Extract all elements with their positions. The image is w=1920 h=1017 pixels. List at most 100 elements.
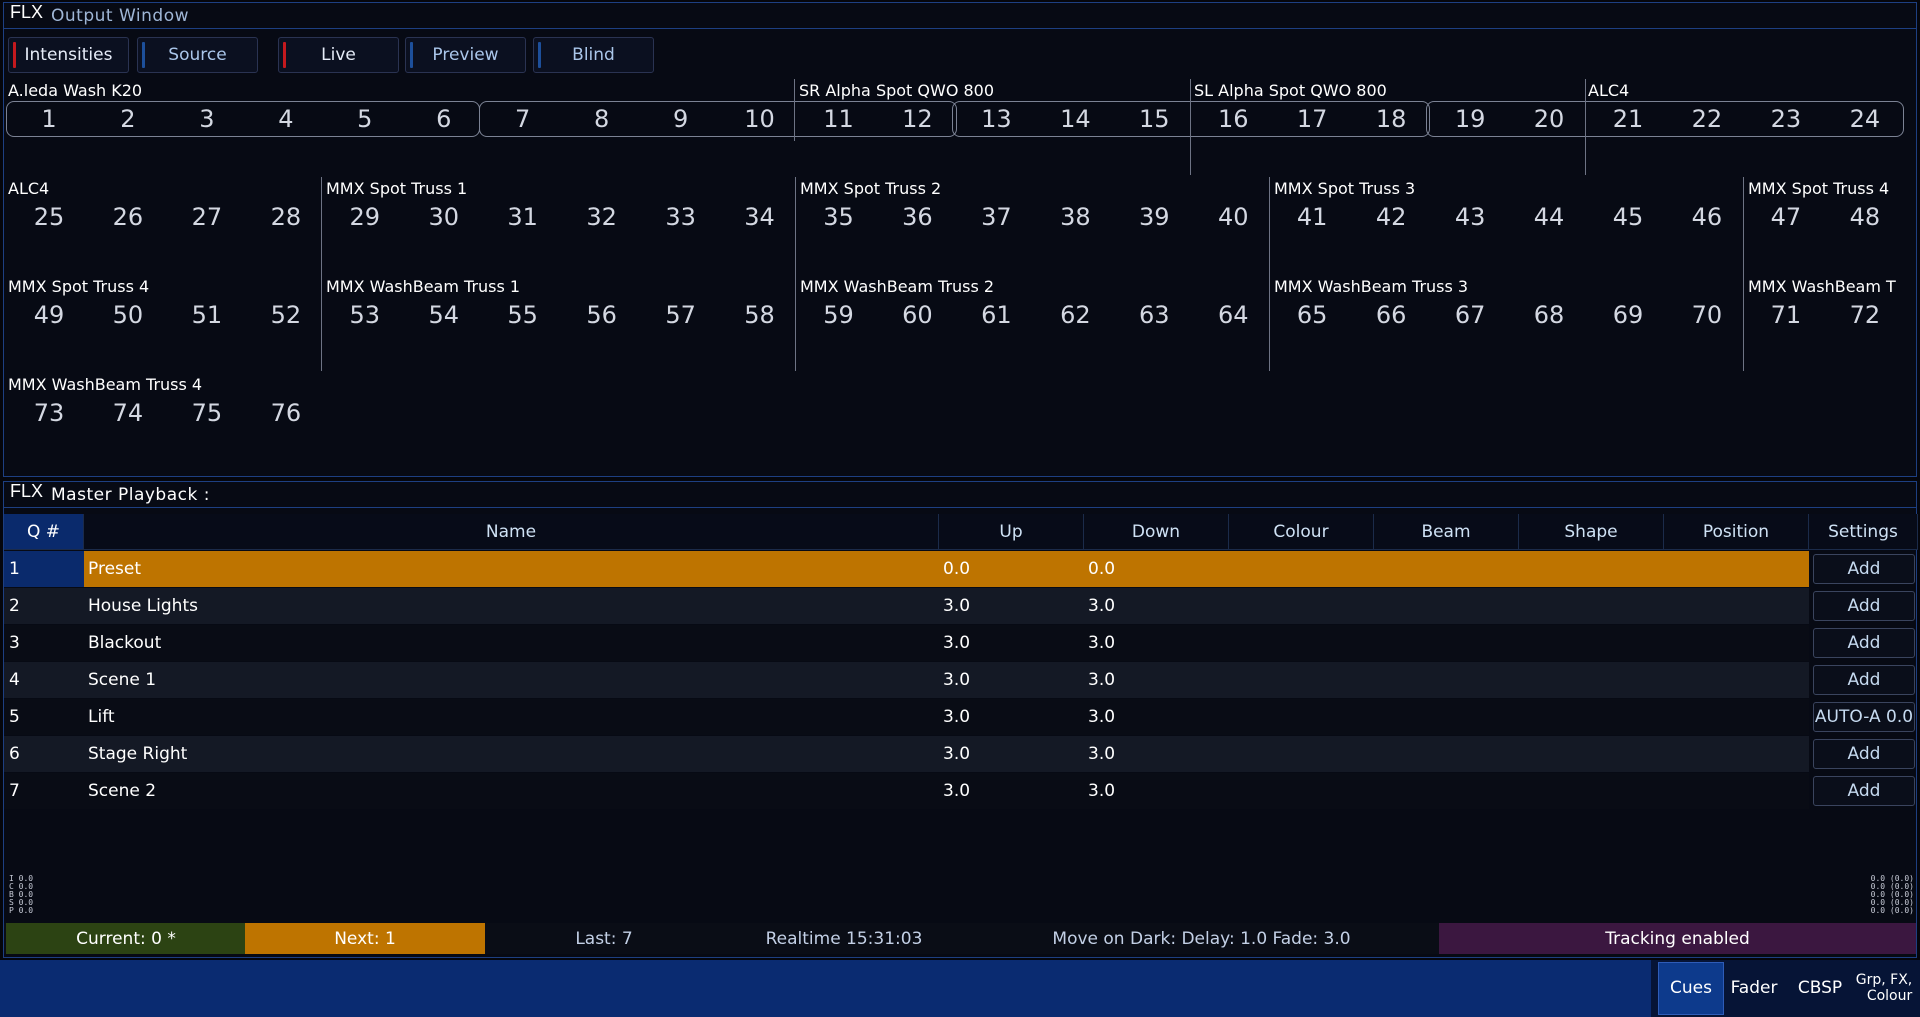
channel-20[interactable]: 20 bbox=[1519, 105, 1579, 133]
col-beam[interactable]: Beam bbox=[1374, 514, 1519, 550]
intensities-button[interactable]: Intensities bbox=[8, 37, 129, 73]
channel-67[interactable]: 67 bbox=[1440, 301, 1500, 329]
channel-44[interactable]: 44 bbox=[1519, 203, 1579, 231]
channel-18[interactable]: 18 bbox=[1361, 105, 1421, 133]
channel-25[interactable]: 25 bbox=[19, 203, 79, 231]
channel-29[interactable]: 29 bbox=[335, 203, 395, 231]
channel-41[interactable]: 41 bbox=[1282, 203, 1342, 231]
channel-27[interactable]: 27 bbox=[177, 203, 237, 231]
channel-31[interactable]: 31 bbox=[493, 203, 553, 231]
channel-42[interactable]: 42 bbox=[1361, 203, 1421, 231]
channel-47[interactable]: 47 bbox=[1756, 203, 1816, 231]
channel-38[interactable]: 38 bbox=[1045, 203, 1105, 231]
cue-row[interactable]: 7 Scene 2 3.0 3.0 bbox=[4, 773, 1809, 809]
channel-66[interactable]: 66 bbox=[1361, 301, 1421, 329]
channel-22[interactable]: 22 bbox=[1677, 105, 1737, 133]
channel-75[interactable]: 75 bbox=[177, 399, 237, 427]
col-q[interactable]: Q # bbox=[4, 514, 84, 550]
channel-74[interactable]: 74 bbox=[98, 399, 158, 427]
cue-settings-button[interactable]: Add bbox=[1813, 739, 1915, 769]
channel-28[interactable]: 28 bbox=[256, 203, 316, 231]
master-playback-titlebar[interactable]: FLX Master Playback : bbox=[4, 482, 1916, 508]
channel-40[interactable]: 40 bbox=[1203, 203, 1263, 231]
col-shape[interactable]: Shape bbox=[1519, 514, 1664, 550]
channel-43[interactable]: 43 bbox=[1440, 203, 1500, 231]
channel-64[interactable]: 64 bbox=[1203, 301, 1263, 329]
channel-55[interactable]: 55 bbox=[493, 301, 553, 329]
current-cue-status[interactable]: Current: 0 * bbox=[6, 923, 246, 954]
channel-57[interactable]: 57 bbox=[651, 301, 711, 329]
channel-69[interactable]: 69 bbox=[1598, 301, 1658, 329]
channel-49[interactable]: 49 bbox=[19, 301, 79, 329]
channel-24[interactable]: 24 bbox=[1835, 105, 1895, 133]
blind-button[interactable]: Blind bbox=[533, 37, 654, 73]
channel-59[interactable]: 59 bbox=[809, 301, 869, 329]
preview-button[interactable]: Preview bbox=[405, 37, 526, 73]
channel-30[interactable]: 30 bbox=[414, 203, 474, 231]
tab-cbsp[interactable]: CBSP bbox=[1790, 962, 1850, 1015]
tab-grp-fx-colour[interactable]: Grp, FX, Colour bbox=[1852, 962, 1916, 1015]
channel-53[interactable]: 53 bbox=[335, 301, 395, 329]
channel-68[interactable]: 68 bbox=[1519, 301, 1579, 329]
channel-60[interactable]: 60 bbox=[887, 301, 947, 329]
cue-settings-button[interactable]: AUTO-A 0.0 bbox=[1813, 702, 1915, 732]
channel-32[interactable]: 32 bbox=[572, 203, 632, 231]
channel-17[interactable]: 17 bbox=[1282, 105, 1342, 133]
channel-65[interactable]: 65 bbox=[1282, 301, 1342, 329]
next-cue-status[interactable]: Next: 1 bbox=[245, 923, 485, 954]
channel-21[interactable]: 21 bbox=[1598, 105, 1658, 133]
channel-35[interactable]: 35 bbox=[809, 203, 869, 231]
channel-3[interactable]: 3 bbox=[177, 105, 237, 133]
live-button[interactable]: Live bbox=[278, 37, 399, 73]
channel-39[interactable]: 39 bbox=[1124, 203, 1184, 231]
cue-row[interactable]: 2 House Lights 3.0 3.0 bbox=[4, 588, 1809, 624]
cue-settings-button[interactable]: Add bbox=[1813, 776, 1915, 806]
channel-4[interactable]: 4 bbox=[256, 105, 316, 133]
channel-23[interactable]: 23 bbox=[1756, 105, 1816, 133]
channel-63[interactable]: 63 bbox=[1124, 301, 1184, 329]
channel-14[interactable]: 14 bbox=[1045, 105, 1105, 133]
channel-33[interactable]: 33 bbox=[651, 203, 711, 231]
output-window-titlebar[interactable]: FLX Output Window bbox=[4, 3, 1916, 29]
channel-19[interactable]: 19 bbox=[1440, 105, 1500, 133]
channel-56[interactable]: 56 bbox=[572, 301, 632, 329]
cue-row[interactable]: 5 Lift 3.0 3.0 bbox=[4, 699, 1809, 735]
channel-15[interactable]: 15 bbox=[1124, 105, 1184, 133]
channel-54[interactable]: 54 bbox=[414, 301, 474, 329]
channel-11[interactable]: 11 bbox=[809, 105, 869, 133]
channel-73[interactable]: 73 bbox=[19, 399, 79, 427]
channel-51[interactable]: 51 bbox=[177, 301, 237, 329]
channel-50[interactable]: 50 bbox=[98, 301, 158, 329]
col-settings[interactable]: Settings bbox=[1809, 514, 1918, 550]
channel-61[interactable]: 61 bbox=[966, 301, 1026, 329]
channel-13[interactable]: 13 bbox=[966, 105, 1026, 133]
channel-58[interactable]: 58 bbox=[730, 301, 790, 329]
channel-45[interactable]: 45 bbox=[1598, 203, 1658, 231]
channel-6[interactable]: 6 bbox=[414, 105, 474, 133]
channel-10[interactable]: 10 bbox=[730, 105, 790, 133]
channel-76[interactable]: 76 bbox=[256, 399, 316, 427]
col-name[interactable]: Name bbox=[84, 514, 939, 550]
col-up[interactable]: Up bbox=[939, 514, 1084, 550]
channel-71[interactable]: 71 bbox=[1756, 301, 1816, 329]
tracking-status[interactable]: Tracking enabled bbox=[1439, 923, 1916, 954]
channel-7[interactable]: 7 bbox=[493, 105, 553, 133]
cue-row[interactable]: 6 Stage Right 3.0 3.0 bbox=[4, 736, 1809, 772]
channel-1[interactable]: 1 bbox=[19, 105, 79, 133]
channel-70[interactable]: 70 bbox=[1677, 301, 1737, 329]
channel-9[interactable]: 9 bbox=[651, 105, 711, 133]
col-down[interactable]: Down bbox=[1084, 514, 1229, 550]
channel-34[interactable]: 34 bbox=[730, 203, 790, 231]
cue-settings-button[interactable]: Add bbox=[1813, 591, 1915, 621]
col-colour[interactable]: Colour bbox=[1229, 514, 1374, 550]
source-button[interactable]: Source bbox=[137, 37, 258, 73]
channel-12[interactable]: 12 bbox=[887, 105, 947, 133]
channel-36[interactable]: 36 bbox=[887, 203, 947, 231]
channel-62[interactable]: 62 bbox=[1045, 301, 1105, 329]
channel-2[interactable]: 2 bbox=[98, 105, 158, 133]
col-position[interactable]: Position bbox=[1664, 514, 1809, 550]
channel-46[interactable]: 46 bbox=[1677, 203, 1737, 231]
cue-settings-button[interactable]: Add bbox=[1813, 628, 1915, 658]
channel-48[interactable]: 48 bbox=[1835, 203, 1895, 231]
channel-5[interactable]: 5 bbox=[335, 105, 395, 133]
